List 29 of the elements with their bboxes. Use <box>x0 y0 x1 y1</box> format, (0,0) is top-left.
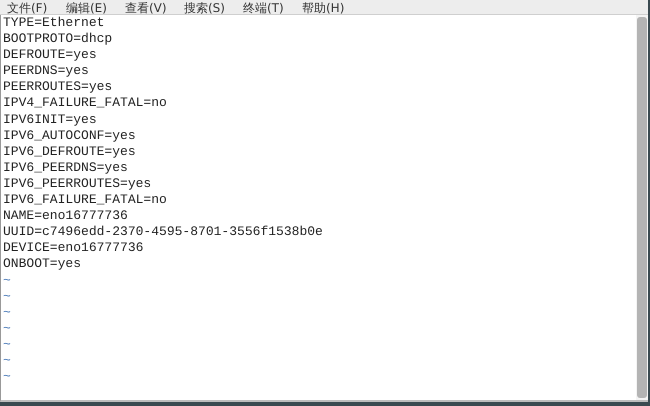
config-line: IPV6_PEERROUTES=yes <box>3 176 152 192</box>
config-line: IPV6_DEFROUTE=yes <box>3 144 137 160</box>
config-line: NAME=eno16777736 <box>3 208 129 224</box>
menu-item[interactable]: 查看(V) <box>125 2 170 14</box>
menu-item[interactable]: 编辑(E) <box>66 2 111 14</box>
config-line: PEERDNS=yes <box>3 63 90 80</box>
config-line: DEVICE=eno16777736 <box>3 240 144 256</box>
menu-item[interactable]: 终端(T) <box>243 2 288 14</box>
config-line: TYPE=Ethernet <box>3 15 106 32</box>
config-line: IPV6_PEERDNS=yes <box>3 160 129 176</box>
menu-item[interactable]: 帮助(H) <box>302 2 347 14</box>
menu-item[interactable]: 搜索(S) <box>184 2 229 14</box>
empty-line-marker: ~ <box>3 272 11 289</box>
config-line: PEERROUTES=yes <box>3 79 114 96</box>
empty-line-marker: ~ <box>3 288 11 305</box>
config-line: BOOTPROTO=dhcp <box>3 31 114 48</box>
config-line: UUID=c7496edd-2370-4595-8701-3556f1538b0e <box>3 224 324 240</box>
empty-line-marker: ~ <box>3 320 11 337</box>
empty-line-marker: ~ <box>3 352 11 370</box>
config-line: IPV6_FAILURE_FATAL=no <box>3 192 168 208</box>
config-line: ONBOOT=yes <box>3 256 82 272</box>
menu-item[interactable]: 文件(F) <box>7 2 52 14</box>
empty-line-marker: ~ <box>3 369 11 386</box>
empty-line-marker: ~ <box>3 336 11 353</box>
config-line: IPV6INIT=yes <box>3 112 98 128</box>
config-line: IPV4_FAILURE_FATAL=no <box>3 95 168 112</box>
config-line: DEFROUTE=yes <box>3 47 98 64</box>
config-line: IPV6_AUTOCONF=yes <box>3 128 137 144</box>
empty-line-marker: ~ <box>3 304 11 321</box>
